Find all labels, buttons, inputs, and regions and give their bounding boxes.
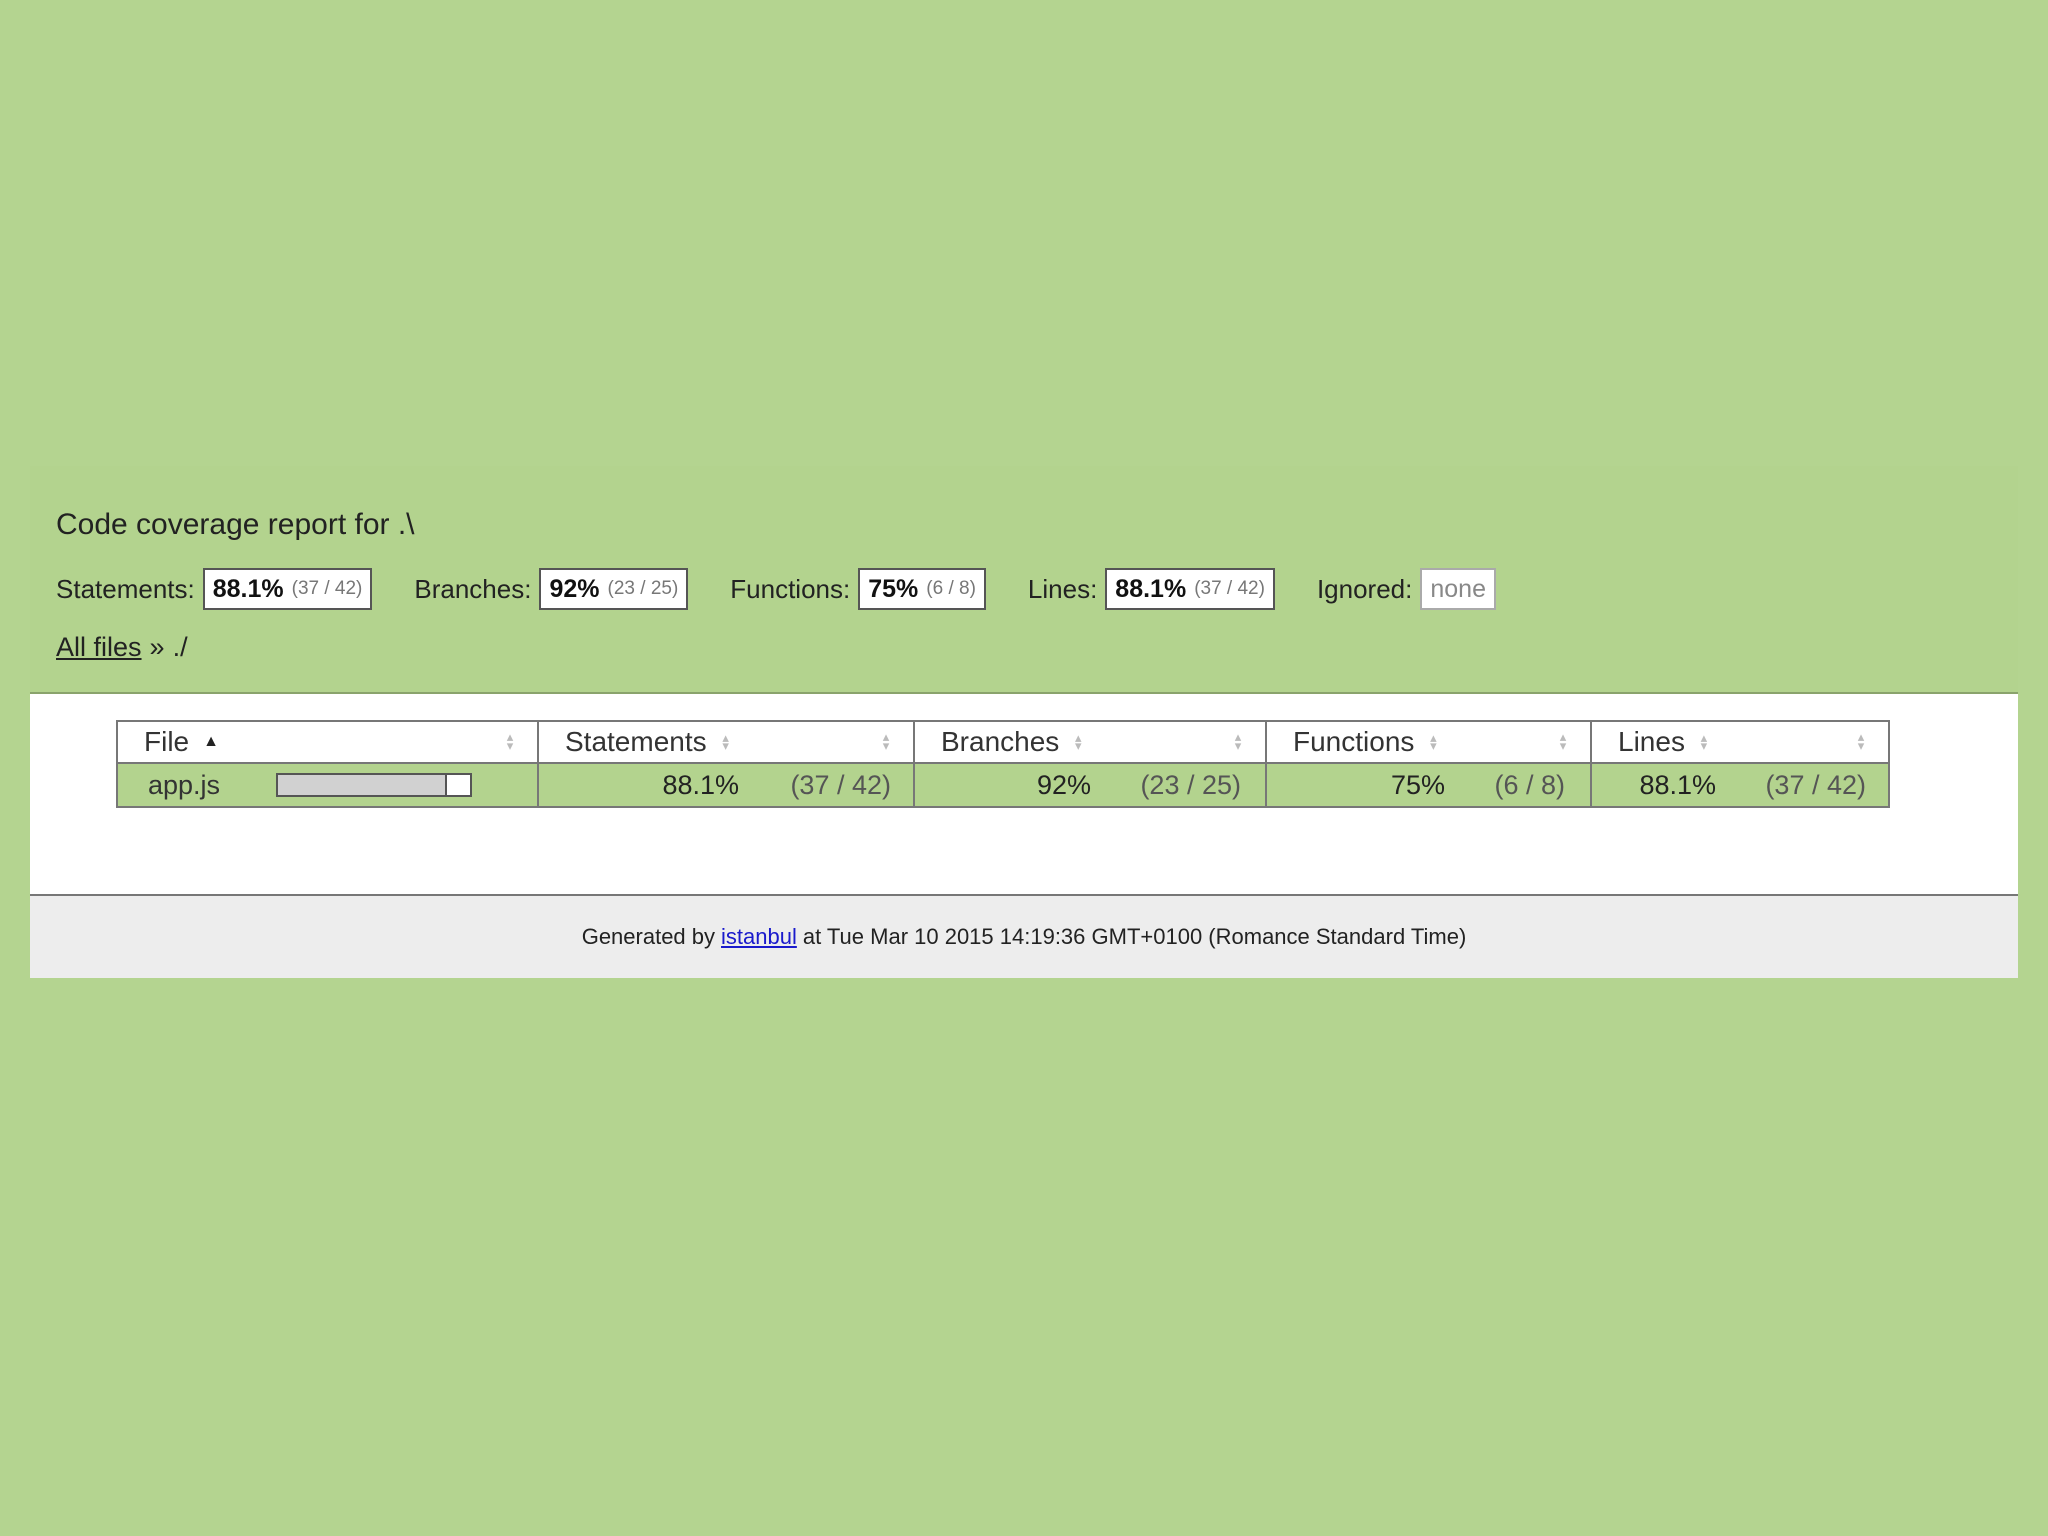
lines-label: Lines:: [1027, 573, 1098, 604]
sort-icon: ▴ ▾: [1075, 730, 1082, 753]
sort-icon: ▴ ▾: [1700, 730, 1708, 753]
breadcrumb-all-files-link[interactable]: All files: [56, 632, 142, 662]
sort-icon[interactable]: ▴ ▾: [1558, 730, 1568, 752]
table-row: app.js 88.1% (37 / 42) 92% (23 / 25) 75%…: [116, 762, 1890, 808]
statements-pct: 88.1%: [212, 574, 284, 603]
statements-box: 88.1% (37 / 42): [202, 568, 373, 610]
statements-cell: 88.1% (37 / 42): [537, 762, 915, 808]
column-header-branches-label: Branches: [941, 726, 1060, 757]
branches-frac-value: (23 / 25): [1140, 769, 1241, 800]
footer-prefix: Generated by: [581, 924, 716, 949]
coverage-summary: Statements: 88.1% (37 / 42) Branches: 92…: [56, 566, 1538, 612]
sort-icon[interactable]: ▴ ▾: [1233, 730, 1243, 752]
lines-box: 88.1% (37 / 42): [1105, 568, 1275, 610]
ignored-box: none: [1420, 568, 1496, 610]
column-header-functions-label: Functions: [1293, 726, 1415, 757]
summary-lines: Lines: 88.1% (37 / 42): [1028, 568, 1275, 610]
summary-functions: Functions: 75% (6 / 8): [730, 568, 986, 610]
statements-frac-value: (37 / 42): [790, 769, 891, 800]
report-body: File ▲ ▴ ▾ Statements ▴ ▾ ▴ ▾ Branches ▴…: [30, 694, 2018, 896]
statements-label: Statements:: [56, 573, 195, 604]
sort-icon[interactable]: ▴ ▾: [1856, 730, 1866, 752]
functions-pct-value: 75%: [1390, 769, 1445, 800]
sort-ascending-icon: ▲: [203, 733, 219, 750]
lines-pct: 88.1%: [1115, 574, 1187, 603]
column-header-file[interactable]: File ▲ ▴ ▾: [116, 720, 539, 764]
branches-pct-value: 92%: [1036, 769, 1091, 800]
sort-icon: ▴ ▾: [722, 730, 729, 753]
ignored-label: Ignored:: [1316, 573, 1413, 604]
summary-ignored: Ignored: none: [1317, 568, 1496, 610]
column-header-functions[interactable]: Functions ▴ ▾ ▴ ▾: [1265, 720, 1592, 764]
report-header: Code coverage report for .\ Statements: …: [30, 466, 2018, 694]
statements-pct-value: 88.1%: [662, 769, 739, 800]
functions-pct: 75%: [868, 574, 919, 603]
functions-cell: 75% (6 / 8): [1265, 762, 1592, 808]
branches-cell: 92% (23 / 25): [913, 762, 1267, 808]
breadcrumb-separator: »: [149, 632, 165, 662]
page-title: Code coverage report for .\: [56, 508, 415, 541]
branches-frac: (23 / 25): [607, 578, 679, 599]
statements-frac: (37 / 42): [291, 578, 363, 599]
lines-cell: 88.1% (37 / 42): [1590, 762, 1890, 808]
functions-box: 75% (6 / 8): [858, 568, 986, 610]
summary-statements: Statements: 88.1% (37 / 42): [56, 568, 373, 610]
footer: Generated by istanbul at Tue Mar 10 2015 1…: [30, 896, 2018, 978]
coverage-bar: [276, 773, 472, 797]
branches-box: 92% (23 / 25): [539, 568, 689, 610]
branches-pct: 92%: [549, 574, 600, 603]
lines-frac-value: (37 / 42): [1765, 769, 1866, 800]
column-header-lines[interactable]: Lines ▴ ▾ ▴ ▾: [1590, 720, 1890, 764]
lines-pct-value: 88.1%: [1639, 769, 1716, 800]
column-header-lines-label: Lines: [1618, 726, 1685, 757]
functions-frac: (6 / 8): [926, 578, 976, 599]
coverage-bar-fill: [278, 775, 448, 795]
column-header-statements-label: Statements: [565, 726, 707, 757]
column-header-statements[interactable]: Statements ▴ ▾ ▴ ▾: [537, 720, 915, 764]
sort-icon[interactable]: ▴ ▾: [505, 730, 515, 752]
column-header-file-label: File: [144, 726, 190, 757]
coverage-report: Code coverage report for .\ Statements: …: [30, 466, 2018, 978]
summary-branches: Branches: 92% (23 / 25): [414, 568, 689, 610]
footer-timestamp: at Tue Mar 10 2015 14:19:36 GMT+0100 (Ro…: [802, 924, 1467, 949]
file-cell: app.js: [116, 762, 539, 808]
column-header-branches[interactable]: Branches ▴ ▾ ▴ ▾: [913, 720, 1267, 764]
sort-icon[interactable]: ▴ ▾: [881, 730, 891, 752]
functions-label: Functions:: [730, 573, 851, 604]
istanbul-link[interactable]: istanbul: [721, 924, 797, 949]
table-header-row: File ▲ ▴ ▾ Statements ▴ ▾ ▴ ▾ Branches ▴…: [116, 720, 1890, 764]
coverage-table: File ▲ ▴ ▾ Statements ▴ ▾ ▴ ▾ Branches ▴…: [116, 720, 1890, 808]
branches-label: Branches:: [414, 573, 532, 604]
sort-icon: ▴ ▾: [1430, 730, 1437, 753]
lines-frac: (37 / 42): [1194, 578, 1265, 599]
breadcrumb-current: ./: [172, 632, 188, 662]
file-link[interactable]: app.js: [148, 770, 276, 801]
functions-frac-value: (6 / 8): [1494, 769, 1565, 800]
breadcrumb: All files» ./: [56, 632, 188, 663]
ignored-value: none: [1430, 574, 1486, 603]
